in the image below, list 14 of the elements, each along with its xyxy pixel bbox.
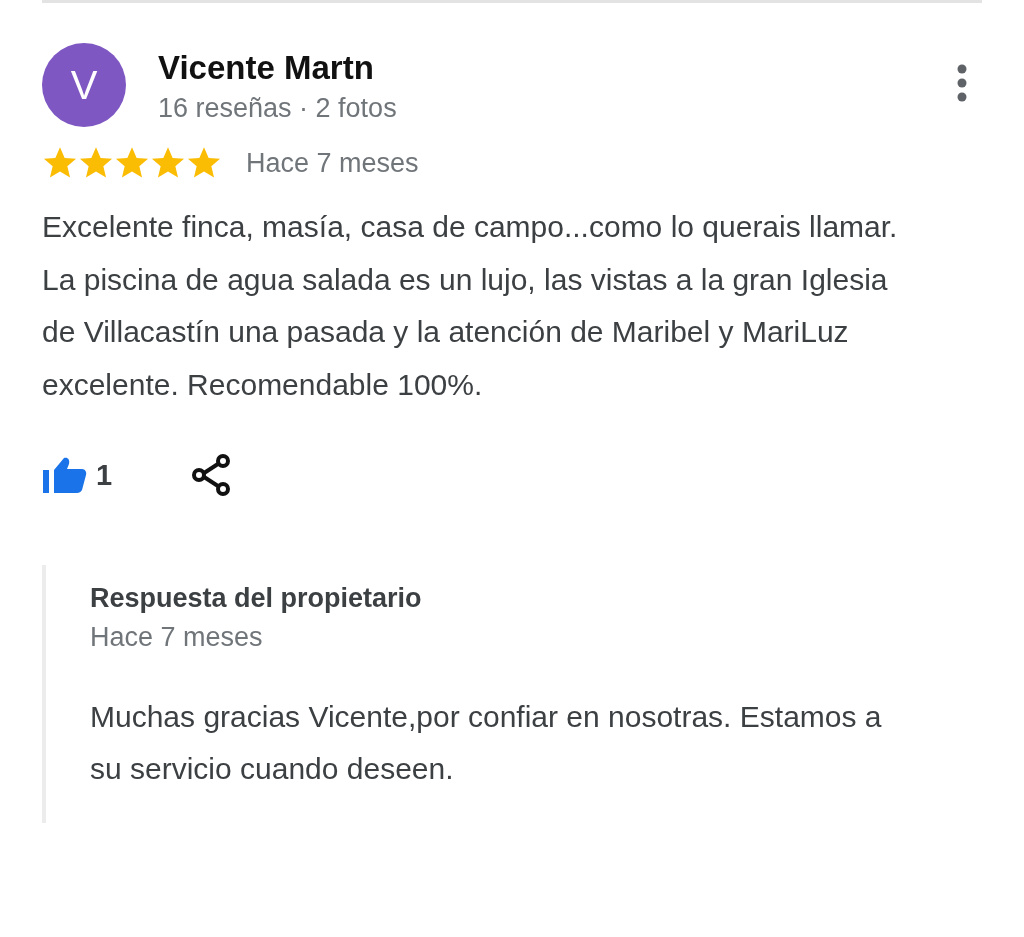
author-meta: 16 reseñas · 2 fotos xyxy=(158,93,397,124)
share-icon xyxy=(190,453,233,497)
avatar[interactable]: V xyxy=(42,43,126,127)
thumbs-up-icon xyxy=(42,456,88,494)
more-icon xyxy=(956,63,968,103)
review-time: Hace 7 meses xyxy=(246,147,419,179)
like-button[interactable]: 1 xyxy=(42,456,113,494)
reply-text: Muchas gracias Vicente,por confiar en nosotras. Estamos a su servicio cuando deseen. xyxy=(90,699,883,787)
reply-title: Respuesta del propietario xyxy=(90,583,422,614)
share-button[interactable] xyxy=(190,453,233,497)
reply-time: Hace 7 meses xyxy=(90,622,263,653)
more-options-button[interactable] xyxy=(956,63,968,103)
author-name[interactable]: Vicente Martn xyxy=(158,49,374,87)
review-text: Excelente finca, masía, casa de campo...como lo querais llamar. La piscina de agua salada es un lujo, las vistas a la gran Iglesia de Villacastín una pasada y la atención de Maribel y MariLuz excelente. Recomendable 100%. xyxy=(42,209,899,403)
